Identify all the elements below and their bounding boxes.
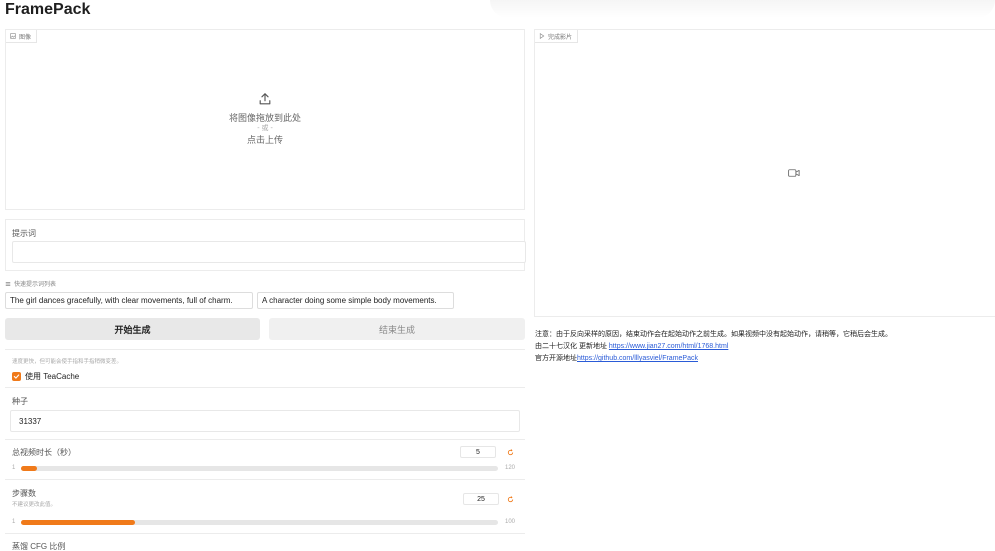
steps-min: 1 <box>12 519 16 525</box>
or-text: - 或 - <box>257 125 273 132</box>
steps-number-input[interactable]: 25 <box>463 493 499 505</box>
reset-icon <box>507 495 513 502</box>
seed-input[interactable]: 31337 <box>10 410 520 432</box>
image-tag: 图像 <box>6 30 38 43</box>
start-generation-button[interactable]: 开始生成 <box>5 318 260 340</box>
end-generation-button[interactable]: 结束生成 <box>269 318 525 340</box>
duration-min: 1 <box>12 465 16 471</box>
steps-slider[interactable] <box>21 520 498 525</box>
reset-icon <box>507 448 513 455</box>
teacache-checkbox[interactable] <box>12 372 21 381</box>
divider <box>5 533 525 534</box>
source-link[interactable]: https://github.com/lllyasviel/FramePack <box>577 355 698 362</box>
video-icon <box>539 33 545 39</box>
update-link[interactable]: https://www.jian27.com/html/1768.html <box>609 343 728 350</box>
image-icon <box>10 33 16 39</box>
divider <box>5 387 525 388</box>
image-tag-label: 图像 <box>19 34 32 41</box>
app-title: FramePack <box>5 1 91 18</box>
video-output-area: 完成影片 <box>534 29 995 317</box>
duration-label: 总视频时长（秒） <box>12 448 76 457</box>
steps-max: 100 <box>505 519 516 525</box>
teacache-checkbox-row[interactable]: 使用 TeaCache <box>12 371 79 382</box>
top-shadow <box>490 0 995 18</box>
update-prefix: 由二十七汉化 更新地址 <box>535 343 607 350</box>
notice-line-3: 官方开源地址https://github.com/lllyasviel/Fram… <box>535 353 892 365</box>
steps-hint: 不建议更改此值。 <box>12 502 57 508</box>
upload-icon <box>259 93 271 105</box>
prompt-label: 提示词 <box>12 229 36 238</box>
drop-text: 将图像拖放到此处 <box>228 113 301 123</box>
prompt-block: 提示词 <box>5 219 526 271</box>
notice-line-2: 由二十七汉化 更新地址 https://www.jian27.com/html/… <box>535 341 892 353</box>
teacache-label: 使用 TeaCache <box>25 372 80 381</box>
quick-prompt-item[interactable]: A character doing some simple body movem… <box>257 292 454 309</box>
divider <box>5 349 525 350</box>
duration-slider[interactable] <box>21 466 498 471</box>
duration-slider-fill <box>21 466 38 471</box>
quick-prompts-header: 快速提示词列表 <box>5 279 56 288</box>
click-upload-text: 点击上传 <box>246 135 283 145</box>
teacache-hint: 速度更快，但可能会使手指和手指稍微变差。 <box>12 359 123 365</box>
prompt-input[interactable] <box>12 241 526 263</box>
quick-prompts-label: 快速提示词列表 <box>14 282 57 288</box>
duration-reset-button[interactable] <box>503 446 517 458</box>
video-placeholder-icon <box>788 169 800 177</box>
duration-number-input[interactable]: 5 <box>460 446 496 458</box>
seed-label: 种子 <box>12 397 28 406</box>
notice-line-1: 注意：由于反向采样的原因，结束动作会在起始动作之前生成。如果视频中没有起始动作，… <box>535 331 892 338</box>
image-upload-area[interactable]: 图像 将图像拖放到此处 - 或 - 点击上传 <box>5 29 525 210</box>
source-prefix: 官方开源地址 <box>535 355 577 362</box>
steps-label: 步骤数 <box>12 489 36 498</box>
upload-prompt: 将图像拖放到此处 - 或 - 点击上传 <box>6 92 524 146</box>
list-icon <box>5 281 11 286</box>
duration-max: 120 <box>505 465 516 471</box>
video-tag-label: 完成影片 <box>548 34 573 41</box>
divider <box>5 439 525 440</box>
steps-slider-fill <box>21 520 136 525</box>
steps-reset-button[interactable] <box>503 493 517 505</box>
notice-text: 注意：由于反向采样的原因，结束动作会在起始动作之前生成。如果视频中没有起始动作，… <box>535 329 892 365</box>
video-tag: 完成影片 <box>535 30 579 43</box>
quick-prompt-item[interactable]: The girl dances gracefully, with clear m… <box>5 292 253 309</box>
cfg-label: 蒸馏 CFG 比例 <box>12 542 66 551</box>
divider <box>5 479 525 480</box>
check-icon <box>13 374 20 379</box>
